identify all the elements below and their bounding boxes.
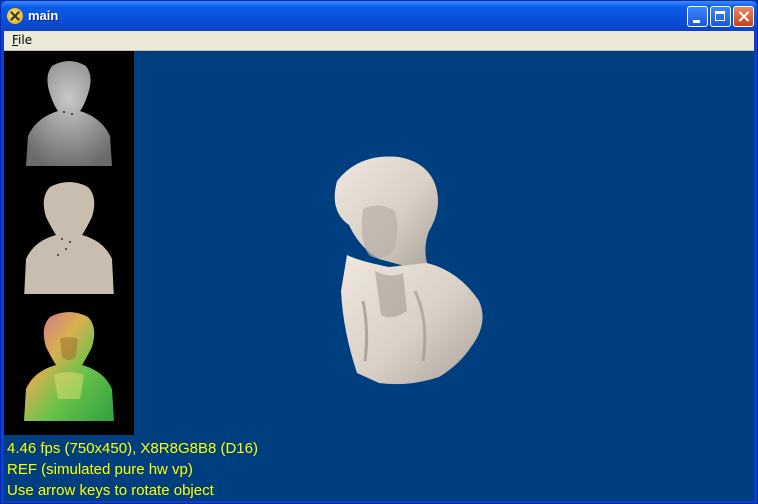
- menu-file[interactable]: File: [12, 33, 32, 47]
- depth-bust-image: [26, 61, 112, 166]
- app-window: main File 4.46 fps (750x450), X8R8G8B8 (…: [0, 0, 758, 504]
- normal-bust-image: [24, 312, 114, 421]
- app-icon[interactable]: [7, 8, 23, 24]
- window-title: main: [28, 8, 59, 23]
- title-bar[interactable]: main: [1, 1, 757, 31]
- menu-bar: File: [4, 31, 754, 51]
- status-fps: 4.46 fps (750x450), X8R8G8B8 (D16): [7, 440, 258, 457]
- render-viewport[interactable]: 4.46 fps (750x450), X8R8G8B8 (D16) REF (…: [4, 51, 754, 501]
- maximize-button[interactable]: [710, 6, 731, 27]
- status-hint: Use arrow keys to rotate object: [7, 482, 214, 499]
- menu-file-rest: ile: [18, 33, 33, 47]
- depth-preview: [14, 56, 124, 171]
- status-device: REF (simulated pure hw vp): [7, 461, 193, 478]
- normal-preview: [14, 309, 124, 424]
- close-button[interactable]: [733, 6, 754, 27]
- preview-sidebar: [4, 51, 134, 435]
- diffuse-bust-image: [24, 182, 114, 294]
- diffuse-preview: [14, 179, 124, 294]
- minimize-button[interactable]: [687, 6, 708, 27]
- rotating-bust-model[interactable]: [319, 151, 494, 391]
